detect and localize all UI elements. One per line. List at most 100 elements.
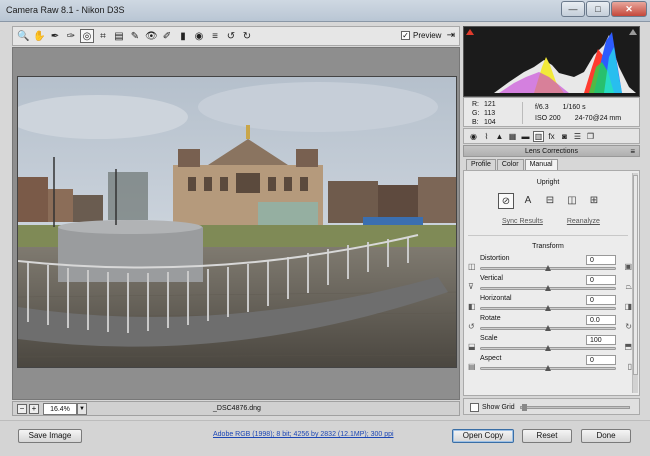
red-eye-tool-icon[interactable]: 👁	[144, 29, 158, 43]
adjustment-brush-icon[interactable]: ✐	[160, 29, 174, 43]
tone-curve-panel-icon[interactable]: ⌇	[481, 131, 492, 142]
image-canvas[interactable]	[12, 47, 460, 400]
effects-panel-icon[interactable]: fx	[546, 131, 557, 142]
distortion-label: Distortion	[480, 255, 510, 262]
scale-value-field[interactable]: 100	[586, 335, 616, 345]
b-label: B:	[472, 119, 479, 126]
zoom-level-field[interactable]: 16.4%	[43, 403, 77, 415]
save-image-button[interactable]: Save Image	[18, 429, 82, 443]
split-toning-panel-icon[interactable]: ▬	[520, 131, 531, 142]
photo-preview	[17, 76, 457, 368]
color-sampler-tool-icon[interactable]: ✑	[64, 29, 78, 43]
slider-row-vertical: ⊽ Vertical 0 ⏢	[468, 275, 632, 295]
detail-panel-icon[interactable]: ▲	[494, 131, 505, 142]
reset-button[interactable]: Reset	[522, 429, 572, 443]
workflow-options-link[interactable]: Adobe RGB (1998); 8 bit; 4256 by 2832 (1…	[213, 431, 394, 438]
aspect-slider-knob[interactable]	[545, 365, 551, 371]
tab-profile[interactable]: Profile	[466, 159, 496, 170]
scrollbar-thumb[interactable]	[633, 175, 638, 375]
graduated-filter-icon[interactable]: ▮	[176, 29, 190, 43]
vertical-slider-knob[interactable]	[545, 285, 551, 291]
preferences-icon[interactable]: ≡	[208, 29, 222, 43]
show-grid-checkbox[interactable]: Show Grid	[470, 403, 515, 412]
distortion-slider-knob[interactable]	[545, 265, 551, 271]
zoom-dropdown-icon[interactable]: ▼	[77, 403, 87, 415]
open-copy-button[interactable]: Open Copy	[452, 429, 514, 443]
vertical-value-field[interactable]: 0	[586, 275, 616, 285]
rotate-left-icon: ↺	[468, 322, 475, 331]
rotate-value-field[interactable]: 0.0	[586, 315, 616, 325]
slider-row-aspect: ▤ Aspect 0 ▯	[468, 355, 632, 375]
section-header: Lens Corrections ≡	[463, 145, 640, 157]
snapshots-panel-icon[interactable]: ❐	[585, 131, 596, 142]
maximize-button[interactable]: □	[586, 1, 610, 17]
toggle-fullscreen-icon[interactable]: ⇥	[447, 30, 455, 41]
aspect-label: Aspect	[480, 355, 502, 362]
spot-removal-tool-icon[interactable]: ✎	[128, 29, 142, 43]
basic-panel-icon[interactable]: ◉	[468, 131, 479, 142]
lens-corrections-panel-icon[interactable]: ▥	[533, 131, 544, 142]
distortion-value-field[interactable]: 0	[586, 255, 616, 265]
close-button[interactable]: ✕	[611, 1, 647, 17]
grid-slider-knob[interactable]	[522, 404, 527, 411]
rotate-slider-knob[interactable]	[545, 325, 551, 331]
image-info: R: 121 G: 113 B: 104 f/6.3 1/160 s ISO 200 …	[463, 97, 640, 127]
show-grid-check[interactable]	[470, 403, 479, 412]
r-value: 121	[484, 101, 496, 108]
rotate-ccw-icon[interactable]: ↺	[224, 29, 238, 43]
zoom-tool-icon[interactable]: 🔍	[16, 29, 30, 43]
slider-row-distortion: ◫ Distortion 0 ▣	[468, 255, 632, 275]
straighten-tool-icon[interactable]: ▤	[112, 29, 126, 43]
scale-slider-knob[interactable]	[545, 345, 551, 351]
white-balance-tool-icon[interactable]: ✒	[48, 29, 62, 43]
rotate-cw-icon[interactable]: ↻	[240, 29, 254, 43]
show-grid-label: Show Grid	[482, 404, 515, 411]
sync-results-link[interactable]: Sync Results	[502, 218, 543, 225]
upright-buttons: ⊘ A ⊟ ◫ ⊞	[498, 193, 602, 209]
done-button[interactable]: Done	[581, 429, 631, 443]
horizontal-value-field[interactable]: 0	[586, 295, 616, 305]
minimize-button[interactable]: —	[561, 1, 585, 17]
radial-filter-icon[interactable]: ◉	[192, 29, 206, 43]
tab-color[interactable]: Color	[496, 159, 524, 170]
zoom-out-button[interactable]: −	[17, 404, 27, 414]
upright-off-icon[interactable]: ⊘	[498, 193, 514, 209]
hand-tool-icon[interactable]: ✋	[32, 29, 46, 43]
tab-manual[interactable]: Manual	[524, 159, 558, 170]
window-title: Camera Raw 8.1 - Nikon D3S	[6, 5, 125, 15]
aspect-value-field[interactable]: 0	[586, 355, 616, 365]
histogram	[463, 26, 640, 97]
horizontal-right-icon: ◨	[624, 302, 632, 311]
histogram-graph	[494, 32, 636, 93]
panel-tabs: ◉ ⌇ ▲ ▦ ▬ ▥ fx ◙ ☰ ❐	[463, 128, 640, 144]
grid-size-slider[interactable]	[520, 406, 630, 409]
g-value: 113	[484, 110, 496, 117]
hsl-panel-icon[interactable]: ▦	[507, 131, 518, 142]
transform-label: Transform	[532, 243, 564, 250]
horizontal-left-icon: ◧	[468, 302, 476, 311]
aperture: f/6.3	[535, 104, 549, 111]
slider-row-scale: ⬓ Scale 100 ⬒	[468, 335, 632, 355]
iso: ISO 200	[535, 115, 561, 122]
scale-label: Scale	[480, 335, 498, 342]
panel-menu-icon[interactable]: ≡	[630, 146, 635, 157]
lens: 24-70@24 mm	[574, 115, 622, 122]
upright-vertical-icon[interactable]: ◫	[564, 193, 580, 209]
zoom-in-button[interactable]: +	[29, 404, 39, 414]
targeted-adjustment-tool-icon[interactable]: ◎	[80, 29, 94, 43]
footer: Save Image Adobe RGB (1998); 8 bit; 4256…	[0, 420, 650, 456]
reanalyze-link[interactable]: Reanalyze	[567, 218, 600, 225]
vertical-label: Vertical	[480, 275, 503, 282]
preview-checkbox[interactable]: ✓ Preview	[401, 31, 441, 40]
horizontal-slider-knob[interactable]	[545, 305, 551, 311]
distortion-right-icon: ▣	[624, 262, 632, 271]
presets-panel-icon[interactable]: ☰	[572, 131, 583, 142]
crop-tool-icon[interactable]: ⌗	[96, 29, 110, 43]
upright-level-icon[interactable]: ⊟	[542, 193, 558, 209]
preview-check-icon[interactable]: ✓	[401, 31, 410, 40]
toolbar: 🔍 ✋ ✒ ✑ ◎ ⌗ ▤ ✎ 👁 ✐ ▮ ◉ ≡ ↺ ↻ ✓ Preview ⇥	[12, 26, 460, 46]
upright-auto-icon[interactable]: A	[520, 193, 536, 209]
camera-calibration-panel-icon[interactable]: ◙	[559, 131, 570, 142]
upright-full-icon[interactable]: ⊞	[586, 193, 602, 209]
panel-scrollbar[interactable]	[632, 173, 638, 393]
